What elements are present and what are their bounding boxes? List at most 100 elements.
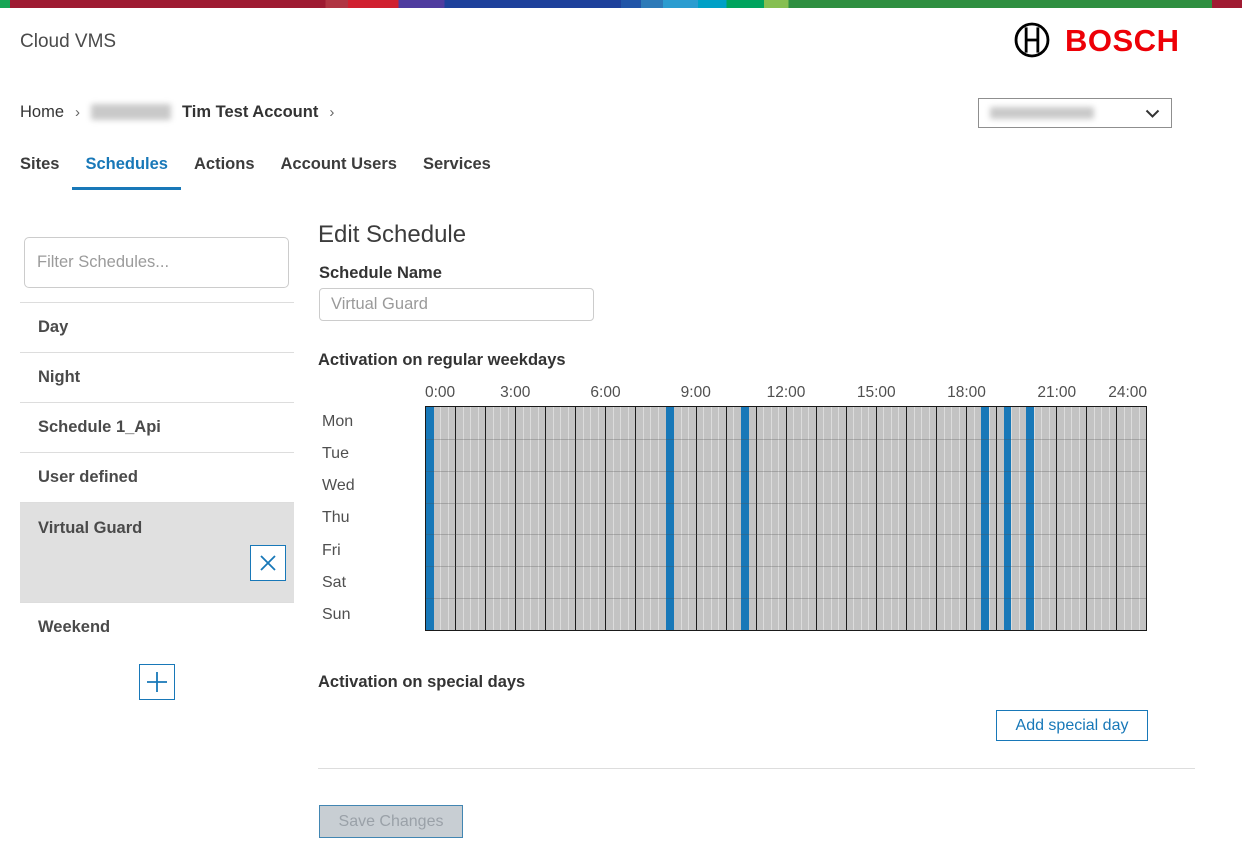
time-slot-cell[interactable] xyxy=(793,407,801,630)
time-slot-cell[interactable] xyxy=(1064,407,1072,630)
time-slot-cell[interactable] xyxy=(868,407,876,630)
time-slot-cell[interactable] xyxy=(914,407,922,630)
time-slot-cell[interactable] xyxy=(1049,407,1057,630)
time-slot-cell[interactable] xyxy=(485,407,493,630)
schedule-list-item-night[interactable]: Night xyxy=(20,352,294,402)
time-slot-cell[interactable] xyxy=(763,407,771,630)
time-slot-cell[interactable] xyxy=(906,407,914,630)
breadcrumb-home-link[interactable]: Home xyxy=(20,103,64,122)
time-slot-cell[interactable] xyxy=(628,407,636,630)
time-slot-cell[interactable] xyxy=(703,407,711,630)
time-slot-cell[interactable] xyxy=(1079,407,1087,630)
tab-schedules[interactable]: Schedules xyxy=(72,151,181,190)
schedule-list-item-virtual-guard[interactable]: Virtual Guard xyxy=(20,502,294,602)
time-slot-cell[interactable] xyxy=(1124,407,1132,630)
active-slot-bar[interactable] xyxy=(426,407,434,630)
time-slot-cell[interactable] xyxy=(1094,407,1102,630)
time-slot-cell[interactable] xyxy=(643,407,651,630)
time-slot-cell[interactable] xyxy=(568,407,576,630)
active-slot-bar[interactable] xyxy=(666,407,674,630)
time-slot-cell[interactable] xyxy=(613,407,621,630)
time-slot-cell[interactable] xyxy=(673,407,681,630)
time-slot-cell[interactable] xyxy=(1041,407,1049,630)
time-slot-cell[interactable] xyxy=(650,407,658,630)
save-changes-button[interactable]: Save Changes xyxy=(319,805,463,838)
tab-account-users[interactable]: Account Users xyxy=(268,151,410,190)
time-slot-cell[interactable] xyxy=(1034,407,1042,630)
time-slot-cell[interactable] xyxy=(463,407,471,630)
time-slot-cell[interactable] xyxy=(733,407,741,630)
active-slot-bar[interactable] xyxy=(1004,407,1012,630)
time-slot-cell[interactable] xyxy=(455,407,463,630)
time-slot-cell[interactable] xyxy=(545,407,553,630)
schedule-list-item-schedule-1-api[interactable]: Schedule 1_Api xyxy=(20,402,294,452)
schedule-name-input[interactable] xyxy=(319,288,594,321)
time-slot-cell[interactable] xyxy=(590,407,598,630)
time-slot-cell[interactable] xyxy=(921,407,929,630)
active-slot-bar[interactable] xyxy=(741,407,749,630)
time-slot-cell[interactable] xyxy=(1139,407,1147,630)
time-slot-cell[interactable] xyxy=(598,407,606,630)
time-slot-cell[interactable] xyxy=(801,407,809,630)
time-slot-cell[interactable] xyxy=(936,407,944,630)
time-slot-cell[interactable] xyxy=(1086,407,1094,630)
time-slot-cell[interactable] xyxy=(583,407,591,630)
time-slot-cell[interactable] xyxy=(658,407,666,630)
time-slot-cell[interactable] xyxy=(778,407,786,630)
time-slot-cell[interactable] xyxy=(440,407,448,630)
time-slot-cell[interactable] xyxy=(771,407,779,630)
time-slot-cell[interactable] xyxy=(523,407,531,630)
time-slot-cell[interactable] xyxy=(1109,407,1117,630)
time-slot-cell[interactable] xyxy=(508,407,516,630)
schedule-list-item-weekend[interactable]: Weekend xyxy=(20,602,294,652)
active-slot-bar[interactable] xyxy=(981,407,989,630)
filter-schedules-input[interactable] xyxy=(24,237,289,288)
time-slot-cell[interactable] xyxy=(635,407,643,630)
time-slot-cell[interactable] xyxy=(696,407,704,630)
time-slot-cell[interactable] xyxy=(883,407,891,630)
time-slot-cell[interactable] xyxy=(966,407,974,630)
tab-actions[interactable]: Actions xyxy=(181,151,268,190)
time-slot-cell[interactable] xyxy=(891,407,899,630)
tab-services[interactable]: Services xyxy=(410,151,504,190)
time-slot-cell[interactable] xyxy=(575,407,583,630)
active-slot-bar[interactable] xyxy=(1026,407,1034,630)
time-slot-cell[interactable] xyxy=(853,407,861,630)
time-slot-cell[interactable] xyxy=(560,407,568,630)
time-slot-cell[interactable] xyxy=(726,407,734,630)
schedule-list-item-user-defined[interactable]: User defined xyxy=(20,452,294,502)
schedule-list-item-day[interactable]: Day xyxy=(20,302,294,352)
time-slot-cell[interactable] xyxy=(711,407,719,630)
time-slot-cell[interactable] xyxy=(1071,407,1079,630)
time-slot-cell[interactable] xyxy=(470,407,478,630)
time-slot-cell[interactable] xyxy=(786,407,794,630)
time-slot-cell[interactable] xyxy=(838,407,846,630)
delete-schedule-button[interactable] xyxy=(250,545,286,581)
time-slot-cell[interactable] xyxy=(898,407,906,630)
time-slot-cell[interactable] xyxy=(959,407,967,630)
add-special-day-button[interactable]: Add special day xyxy=(996,710,1148,741)
time-slot-cell[interactable] xyxy=(500,407,508,630)
time-slot-cell[interactable] xyxy=(929,407,937,630)
time-slot-cell[interactable] xyxy=(688,407,696,630)
time-slot-cell[interactable] xyxy=(861,407,869,630)
time-slot-cell[interactable] xyxy=(951,407,959,630)
time-slot-cell[interactable] xyxy=(748,407,756,630)
time-slot-cell[interactable] xyxy=(756,407,764,630)
time-slot-cell[interactable] xyxy=(816,407,824,630)
time-slot-cell[interactable] xyxy=(681,407,689,630)
time-slot-cell[interactable] xyxy=(831,407,839,630)
time-slot-cell[interactable] xyxy=(1116,407,1124,630)
time-slot-cell[interactable] xyxy=(478,407,486,630)
time-slot-cell[interactable] xyxy=(876,407,884,630)
time-slot-cell[interactable] xyxy=(448,407,456,630)
time-slot-cell[interactable] xyxy=(605,407,613,630)
time-slot-cell[interactable] xyxy=(493,407,501,630)
time-slot-cell[interactable] xyxy=(620,407,628,630)
time-slot-cell[interactable] xyxy=(1131,407,1139,630)
time-slot-cell[interactable] xyxy=(538,407,546,630)
time-slot-cell[interactable] xyxy=(808,407,816,630)
time-slot-cell[interactable] xyxy=(718,407,726,630)
time-slot-cell[interactable] xyxy=(1011,407,1019,630)
schedule-grid[interactable] xyxy=(425,406,1147,631)
